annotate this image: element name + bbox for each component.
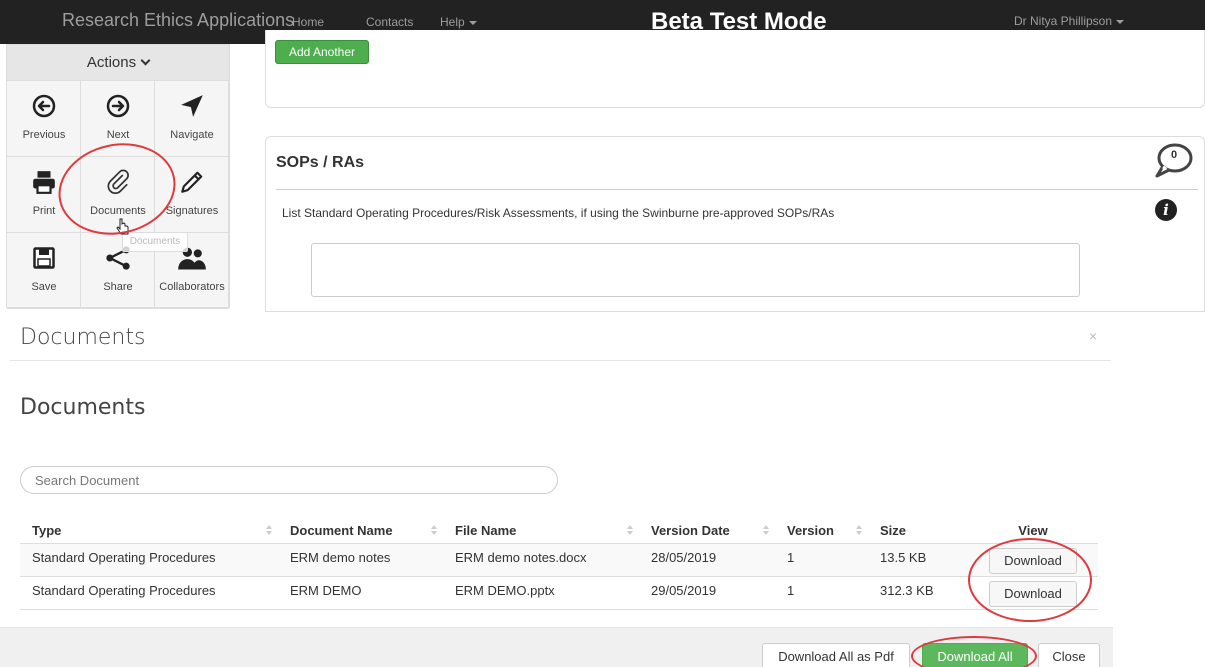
column-label: File Name	[455, 522, 517, 538]
actions-sidebar: Actions Previous Next Navigate Print Doc…	[6, 44, 230, 309]
cell-document-name: ERM DEMO	[278, 575, 443, 610]
search-document-input[interactable]	[20, 466, 558, 494]
table-header-row: Type Document Name File Name Version Dat…	[20, 518, 1098, 544]
navigate-arrow-icon	[155, 89, 229, 123]
sops-ras-panel: SOPs / RAs List Standard Operating Proce…	[265, 136, 1205, 312]
arrow-left-circle-icon	[7, 89, 81, 123]
column-label: Version	[787, 522, 834, 538]
user-name: Dr Nitya Phillipson	[1014, 14, 1113, 28]
action-label: Navigate	[170, 129, 214, 141]
column-label: Type	[32, 522, 62, 538]
app-brand[interactable]: Research Ethics Applications	[62, 10, 294, 31]
add-another-button[interactable]: Add Another	[275, 40, 369, 64]
actions-toggle[interactable]: Actions	[7, 45, 229, 81]
info-icon[interactable]: i	[1155, 199, 1177, 221]
sort-icon	[627, 525, 633, 537]
action-label: Documents	[90, 205, 146, 217]
chevron-down-icon	[1116, 19, 1125, 24]
download-button[interactable]: Download	[989, 547, 1077, 574]
close-icon[interactable]: ×	[1089, 328, 1097, 344]
arrow-right-circle-icon	[81, 89, 155, 123]
column-header-size[interactable]: Size	[868, 518, 968, 544]
nav-help-label: Help	[440, 15, 465, 29]
previous-section-panel: Add Another	[265, 30, 1205, 108]
sort-icon	[856, 525, 862, 537]
modal-title: Documents	[20, 325, 146, 350]
hand-cursor-icon	[116, 218, 130, 238]
section-description: List Standard Operating Procedures/Risk …	[282, 206, 835, 220]
actions-header-label: Actions	[86, 54, 137, 71]
column-header-version[interactable]: Version	[775, 518, 868, 544]
cell-version: 1	[775, 575, 868, 610]
cell-document-name: ERM demo notes	[278, 542, 443, 576]
action-label: Signatures	[165, 205, 219, 217]
documents-tooltip: Documents	[122, 232, 188, 252]
cell-version: 1	[775, 542, 868, 576]
cell-type: Standard Operating Procedures	[20, 542, 278, 576]
sort-icon	[266, 525, 272, 537]
column-label: Document Name	[290, 522, 393, 538]
nav-contacts-link[interactable]: Contacts	[366, 15, 413, 29]
column-label: Version Date	[651, 522, 730, 538]
action-next[interactable]: Next	[81, 81, 155, 157]
section-title: SOPs / RAs	[276, 154, 365, 171]
sops-textarea[interactable]	[311, 243, 1080, 297]
table-row: Standard Operating Procedures ERM demo n…	[20, 542, 1098, 576]
cell-size: 312.3 KB	[868, 575, 968, 610]
action-previous[interactable]: Previous	[7, 81, 81, 157]
table-row: Standard Operating Procedures ERM DEMO E…	[20, 575, 1098, 610]
divider	[276, 189, 1198, 190]
paperclip-icon	[81, 165, 155, 199]
download-all-button[interactable]: Download All	[922, 643, 1028, 667]
user-menu[interactable]: Dr Nitya Phillipson	[1014, 14, 1125, 28]
download-button[interactable]: Download	[989, 580, 1077, 607]
comment-bubble-icon[interactable]: 0	[1153, 140, 1193, 180]
action-print[interactable]: Print	[7, 157, 81, 233]
documents-table: Type Document Name File Name Version Dat…	[20, 518, 1098, 610]
modal-subtitle: Documents	[20, 395, 146, 420]
cell-view: Download	[968, 575, 1098, 610]
close-button[interactable]: Close	[1038, 643, 1100, 667]
nav-help-menu[interactable]: Help	[440, 15, 477, 29]
cell-file-name: ERM DEMO.pptx	[443, 575, 639, 610]
download-all-pdf-button[interactable]: Download All as Pdf	[762, 643, 910, 667]
action-navigate[interactable]: Navigate	[155, 81, 229, 157]
comment-count: 0	[1171, 149, 1178, 161]
cell-view: Download	[968, 542, 1098, 576]
column-header-type[interactable]: Type	[20, 518, 278, 544]
column-header-version-date[interactable]: Version Date	[639, 518, 775, 544]
action-label: Collaborators	[159, 281, 225, 293]
sort-icon	[431, 525, 437, 537]
column-label: Size	[880, 522, 907, 538]
nav-home-link[interactable]: Home	[292, 15, 324, 29]
sort-icon	[763, 525, 769, 537]
action-save[interactable]: Save	[7, 233, 81, 309]
documents-modal: Documents × Documents Type Document Name…	[0, 312, 1205, 667]
cell-size: 13.5 KB	[868, 542, 968, 576]
pencil-icon	[155, 165, 229, 199]
action-label: Print	[32, 205, 56, 217]
cell-type: Standard Operating Procedures	[20, 575, 278, 610]
column-header-file-name[interactable]: File Name	[443, 518, 639, 544]
column-label: View	[1018, 522, 1048, 538]
column-header-view: View	[968, 518, 1098, 544]
chevron-down-icon	[140, 55, 151, 66]
action-signatures[interactable]: Signatures	[155, 157, 229, 233]
cell-version-date: 29/05/2019	[639, 575, 775, 610]
action-label: Next	[106, 129, 130, 141]
action-label: Previous	[22, 129, 66, 141]
cell-version-date: 28/05/2019	[639, 542, 775, 576]
divider	[10, 360, 1111, 361]
cell-file-name: ERM demo notes.docx	[443, 542, 639, 576]
floppy-disk-icon	[7, 241, 81, 275]
printer-icon	[7, 165, 81, 199]
action-label: Save	[31, 281, 57, 293]
column-header-document-name[interactable]: Document Name	[278, 518, 443, 544]
chevron-down-icon	[468, 20, 477, 25]
action-label: Share	[103, 281, 133, 293]
modal-footer: Download All as Pdf Download All Close	[0, 627, 1113, 667]
